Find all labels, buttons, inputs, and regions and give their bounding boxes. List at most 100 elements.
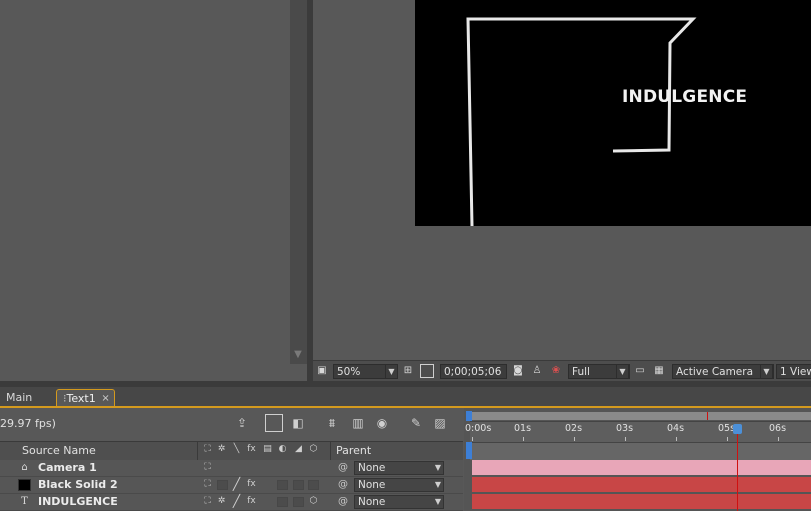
solid-color-icon: [18, 479, 31, 491]
pick-whip-icon[interactable]: @: [337, 479, 349, 491]
layer-row[interactable]: T INDULGENCE ⛶ ✲ ╱ fx ⬡ @ None ▼: [0, 494, 463, 511]
scroll-down-arrow-icon[interactable]: ▼: [291, 348, 305, 362]
comp-marker-bin[interactable]: [470, 442, 811, 460]
camera-view-select[interactable]: Active Camera: [672, 364, 774, 379]
ruler-label: 02s: [565, 423, 583, 434]
ruler-label: 01s: [514, 423, 532, 434]
ruler-tick: [778, 437, 779, 441]
ruler-tick: [727, 437, 728, 441]
viewer-toolbar: ▣ 50% ▼ ⊞ 0;00;05;06 ◙ ♙ ❀ Full ▼ ▭ ▦ Ac…: [313, 360, 811, 382]
timeline-tabs: Main ⁝Text1 ×: [0, 387, 811, 408]
comp-line-artwork: [466, 17, 697, 226]
column-divider: [330, 442, 331, 460]
close-icon[interactable]: ×: [101, 390, 109, 407]
cti-navigator-marker: [707, 412, 708, 420]
ruler-tick: [523, 437, 524, 441]
camera-icon: ⌂: [21, 462, 28, 473]
shy-switch-icon[interactable]: ⛶: [202, 444, 213, 455]
channel-rgb-icon[interactable]: ❀: [549, 364, 563, 378]
layer-column-header: Source Name ⛶ ✲ ╲ fx ▤ ◐ ◢ ⬡ Parent: [0, 441, 463, 461]
shy-toggle-icon[interactable]: ⛶: [202, 462, 213, 473]
parent-select[interactable]: None ▼: [354, 461, 444, 475]
3d-layer-toggle[interactable]: [308, 480, 319, 490]
text-layer-icon: T: [21, 496, 28, 507]
source-name-header[interactable]: Source Name: [22, 444, 96, 457]
chevron-down-icon: ▼: [434, 480, 441, 489]
adjustment-switch-icon[interactable]: ◢: [293, 444, 304, 455]
pick-whip-icon[interactable]: @: [337, 496, 349, 508]
motion-blur-icon[interactable]: ▥: [349, 415, 367, 431]
collapse-toggle-icon[interactable]: ✲: [216, 496, 227, 507]
project-scrollbar[interactable]: [290, 0, 307, 364]
graph-editor-icon[interactable]: ◉: [373, 415, 391, 431]
transparency-grid-icon[interactable]: ▦: [652, 364, 666, 378]
shy-toggle-icon[interactable]: ⛶: [202, 479, 213, 490]
comp-mini-flowchart-icon[interactable]: ⇪: [233, 415, 251, 431]
parent-header[interactable]: Parent: [336, 444, 371, 457]
work-area-start-handle[interactable]: [466, 411, 472, 421]
draft-3d-icon[interactable]: [265, 414, 283, 432]
3d-layer-switch-icon[interactable]: ⬡: [308, 444, 319, 455]
3d-layer-toggle-icon[interactable]: ⬡: [308, 496, 319, 507]
quality-toggle-icon[interactable]: ╱: [231, 478, 242, 490]
frame-blending-icon[interactable]: ⩩: [323, 415, 341, 431]
frame-blend-switch-icon[interactable]: ▤: [262, 444, 273, 455]
composition-canvas[interactable]: INDULGENCE: [415, 0, 811, 226]
region-of-interest-icon[interactable]: ▭: [633, 364, 647, 378]
work-area-bar[interactable]: [470, 412, 811, 420]
pick-whip-icon[interactable]: @: [337, 462, 349, 474]
layer-duration-bar[interactable]: [472, 477, 811, 492]
quality-switch-icon[interactable]: ╲: [231, 444, 242, 455]
magnification-select[interactable]: 50%: [333, 364, 391, 379]
effect-toggle-icon[interactable]: fx: [246, 496, 257, 507]
current-time-display[interactable]: 0;00;05;06: [440, 364, 507, 379]
column-divider: [197, 442, 198, 460]
project-panel: [0, 0, 307, 381]
tab-text1[interactable]: ⁝Text1 ×: [56, 389, 115, 406]
collapse-toggle[interactable]: [217, 480, 228, 490]
layer-duration-bar[interactable]: [472, 460, 811, 475]
quality-toggle-icon[interactable]: ╱: [231, 495, 242, 507]
chevron-down-icon[interactable]: ▼: [760, 364, 773, 379]
motion-blur-switch-icon[interactable]: ◐: [277, 444, 288, 455]
motion-blur-toggle[interactable]: [277, 497, 288, 507]
chevron-down-icon: ▼: [434, 463, 441, 472]
show-snapshot-icon[interactable]: ♙: [530, 364, 544, 378]
motion-blur-toggle[interactable]: [277, 480, 288, 490]
effect-switch-icon[interactable]: fx: [246, 444, 257, 455]
snapshot-camera-icon[interactable]: ◙: [511, 364, 525, 378]
adjustment-toggle[interactable]: [293, 480, 304, 490]
collapse-switch-icon[interactable]: ✲: [216, 444, 227, 455]
chevron-down-icon[interactable]: ▼: [616, 364, 629, 379]
ruler-tick: [625, 437, 626, 441]
safe-zones-icon[interactable]: ⊞: [401, 364, 415, 378]
comp-text-layer[interactable]: INDULGENCE: [622, 87, 747, 107]
layer-row[interactable]: Black Solid 2 ⛶ ╱ fx @ None ▼: [0, 477, 463, 494]
comp-start-marker[interactable]: [466, 442, 472, 459]
current-time-indicator-line: [737, 434, 738, 511]
mask-visibility-icon[interactable]: [420, 364, 434, 378]
always-preview-icon[interactable]: ▣: [315, 364, 329, 378]
ruler-label: 06s: [769, 423, 787, 434]
tab-main[interactable]: Main: [0, 389, 38, 406]
layer-row[interactable]: ⌂ Camera 1 ⛶ @ None ▼: [0, 460, 463, 477]
shy-toggle-icon[interactable]: ⛶: [202, 496, 213, 507]
ruler-label: 04s: [667, 423, 685, 434]
view-layout-select[interactable]: 1 View: [776, 364, 811, 379]
fps-readout: 29.97 fps): [0, 417, 56, 430]
live-update-icon[interactable]: ▨: [431, 415, 449, 431]
effect-toggle-icon[interactable]: fx: [246, 479, 257, 490]
chevron-down-icon[interactable]: ▼: [385, 364, 398, 379]
brainstorm-icon[interactable]: ✎: [407, 415, 425, 431]
ruler-label: 03s: [616, 423, 634, 434]
adjustment-toggle[interactable]: [293, 497, 304, 507]
ruler-label: 0:00s: [465, 423, 492, 434]
layer-duration-bar[interactable]: [472, 494, 811, 509]
parent-select[interactable]: None ▼: [354, 495, 444, 509]
ruler-tick: [574, 437, 575, 441]
hide-shy-layers-icon[interactable]: ◧: [289, 415, 307, 431]
parent-select[interactable]: None ▼: [354, 478, 444, 492]
ruler-tick: [676, 437, 677, 441]
current-time-indicator-handle[interactable]: [733, 424, 742, 434]
ruler-tick: [472, 437, 473, 441]
